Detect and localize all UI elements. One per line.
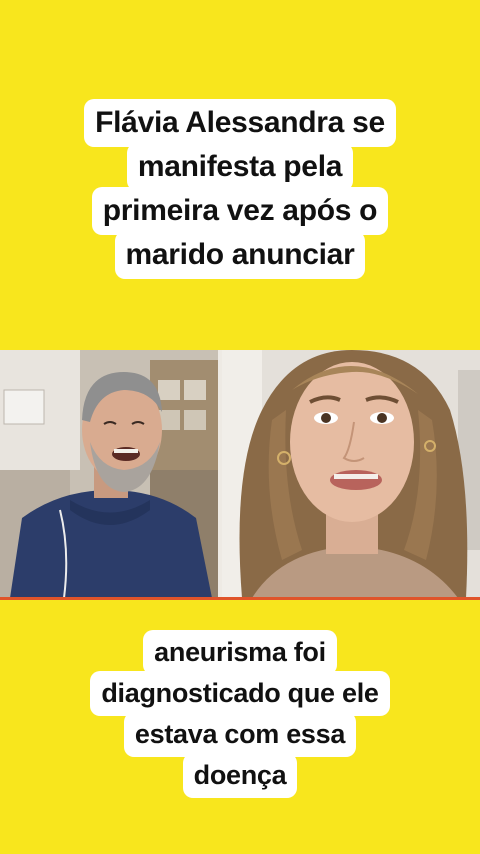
caption-top-line: manifesta pela xyxy=(126,143,354,191)
caption-bottom-line: doença xyxy=(182,753,298,798)
video-frame[interactable] xyxy=(0,350,480,598)
video-panel-left xyxy=(0,350,218,598)
video-accent-line xyxy=(0,597,480,600)
caption-bottom-line: diagnosticado que ele xyxy=(90,671,390,716)
caption-top-line: Flávia Alessandra se xyxy=(84,99,396,147)
video-panel-right xyxy=(222,350,480,598)
man-in-hospital-image xyxy=(0,350,218,598)
caption-bottom-line: aneurisma foi xyxy=(143,630,337,675)
caption-top-line: marido anunciar xyxy=(114,231,366,279)
caption-bottom: aneurisma foi diagnosticado que ele esta… xyxy=(0,630,480,798)
caption-top: Flávia Alessandra se manifesta pela prim… xyxy=(0,99,480,279)
caption-bottom-line: estava com essa xyxy=(123,712,357,757)
story-canvas: Flávia Alessandra se manifesta pela prim… xyxy=(0,0,480,854)
caption-top-line: primeira vez após o xyxy=(91,187,389,235)
woman-speaking-image xyxy=(222,350,480,598)
